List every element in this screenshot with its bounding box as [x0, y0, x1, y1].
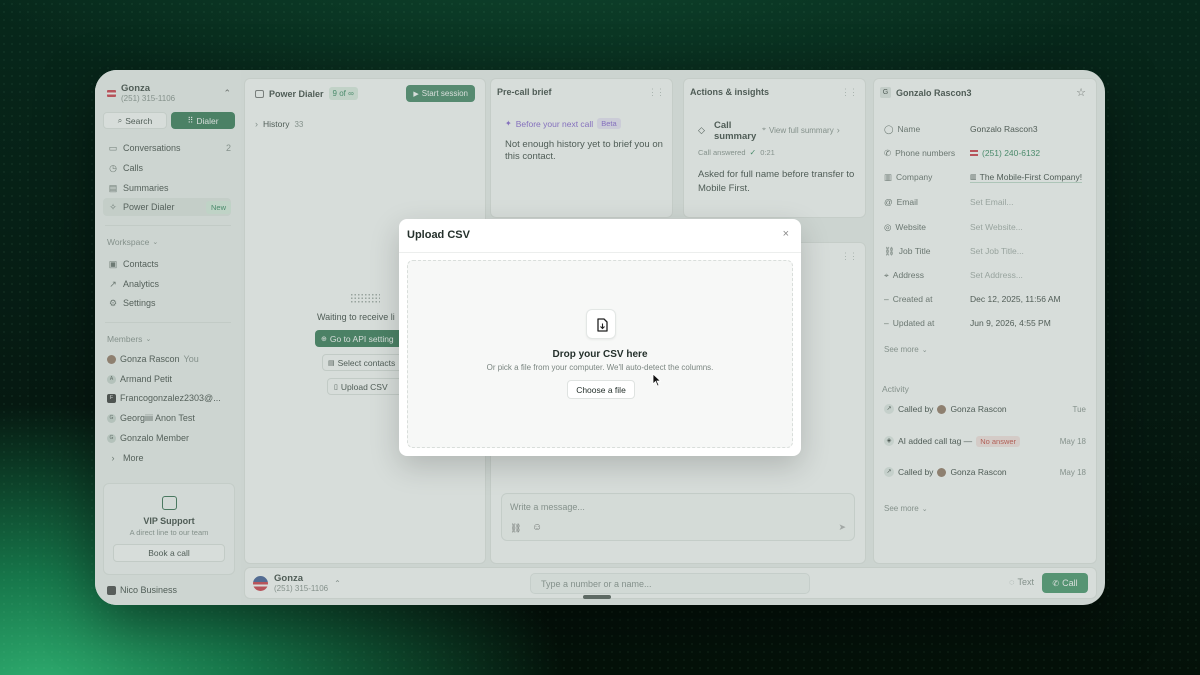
- csv-dropzone[interactable]: Drop your CSV here Or pick a file from y…: [407, 260, 793, 448]
- mouse-cursor-icon: [652, 373, 662, 387]
- choose-file-button[interactable]: Choose a file: [567, 380, 635, 399]
- file-svg: [597, 318, 608, 332]
- drop-subtitle: Or pick a file from your computer. We'll…: [486, 363, 714, 372]
- upload-csv-modal: Upload CSV × Drop your CSV here Or pick …: [399, 219, 801, 456]
- modal-divider: [399, 252, 801, 253]
- drop-title: Drop your CSV here: [552, 349, 648, 360]
- choose-file-label: Choose a file: [576, 385, 626, 395]
- app-window: Gonza (251) 315-1106 ⌃ ⌕ Search ⠿ Dialer…: [95, 70, 1105, 605]
- file-upload-icon: [586, 309, 616, 339]
- close-icon[interactable]: ×: [783, 228, 789, 240]
- modal-title: Upload CSV: [407, 229, 470, 241]
